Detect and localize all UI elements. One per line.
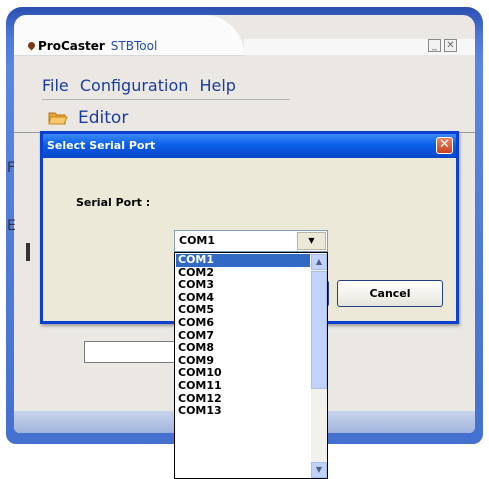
dialog-title: Select Serial Port [47,139,156,152]
scroll-up-arrow-icon[interactable]: ▲ [311,254,327,270]
serial-port-option[interactable]: COM1 [176,253,310,267]
logo-icon [26,40,37,51]
serial-port-option[interactable]: COM6 [176,316,310,330]
serial-port-dropdown-list: COM1 COM2 COM3 COM4 COM5 COM6 COM7 COM8 COM9 COM1… [174,252,328,479]
chevron-down-icon[interactable]: ▼ [297,232,326,250]
serial-port-label: Serial Port : [76,196,151,209]
menu-configuration[interactable]: Configuration [80,76,189,95]
brand-name: ProCaster [38,39,105,53]
serial-port-option[interactable]: COM11 [176,379,310,393]
serial-port-option[interactable]: COM3 [176,279,310,292]
obscured-label-e: E [7,218,16,234]
scroll-down-arrow-icon[interactable]: ▼ [311,462,327,478]
app-subtitle: STBTool [110,39,158,53]
obscured-label-f: F [7,160,16,176]
menu-bar: File Configuration Help [42,76,242,95]
dialog-close-button[interactable]: ✕ [436,137,453,154]
menu-help[interactable]: Help [199,76,235,95]
serial-port-option[interactable]: COM8 [176,342,310,355]
menu-file[interactable]: File [42,76,69,95]
scroll-thumb[interactable] [311,271,327,389]
dialog-titlebar[interactable]: Select Serial Port ✕ [43,134,456,158]
serial-port-select[interactable]: COM1 ▼ [174,230,328,252]
folder-open-icon [48,112,68,125]
serial-port-selected-value: COM1 [179,234,216,247]
dropdown-scrollbar[interactable]: ▲ ▼ [311,254,327,478]
cancel-button[interactable]: Cancel [337,280,443,307]
editor-label: Editor [78,108,129,128]
minimize-button[interactable]: _ [428,39,441,52]
app-title: ProCaster STBTool [26,39,158,53]
close-window-button[interactable]: ✕ [444,39,457,52]
option-list: COM1 COM2 COM3 COM4 COM5 COM6 COM7 COM8 COM9 COM1… [176,253,310,418]
serial-port-option[interactable]: COM13 [176,405,310,418]
menu-divider [42,99,290,100]
obscured-control [26,243,30,261]
